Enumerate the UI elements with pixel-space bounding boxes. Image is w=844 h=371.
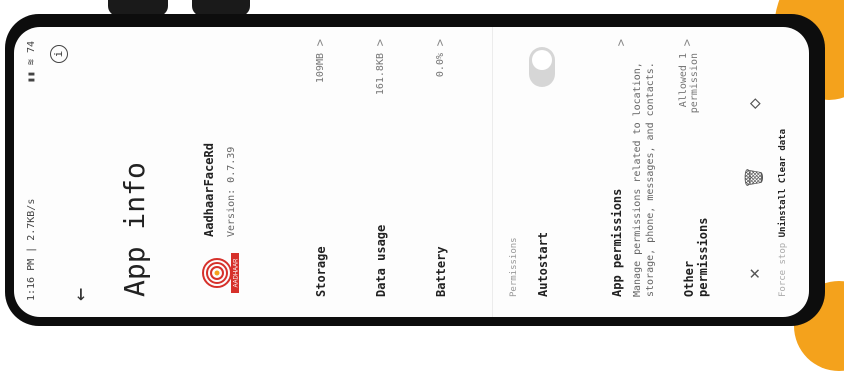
storage-value: 109MB <box>315 53 326 84</box>
info-icon[interactable]: i <box>50 45 68 63</box>
chevron-right-icon: > <box>614 39 628 47</box>
section-divider <box>492 27 493 317</box>
clear-data-icon[interactable]: ◇ <box>744 98 765 109</box>
autostart-toggle[interactable] <box>529 47 555 87</box>
page-title: App info <box>118 162 151 297</box>
uninstall-label[interactable]: Uninstall <box>778 189 788 238</box>
chevron-right-icon: > <box>313 39 327 47</box>
chevron-right-icon: > <box>373 39 387 47</box>
phone-screen: 1:16 PM | 2.7KB/s ▮▮ ≋ 74 ← i App info A… <box>14 27 809 317</box>
app-info-screen: 1:16 PM | 2.7KB/s ▮▮ ≋ 74 ← i App info A… <box>14 27 809 317</box>
bottom-actions-labels: Force stop Uninstall Clear data <box>778 129 788 297</box>
force-stop-icon[interactable]: ✕ <box>744 268 765 279</box>
status-icons: ▮▮ ≋ 74 <box>26 41 37 84</box>
storage-label[interactable]: Storage <box>314 246 328 297</box>
chevron-right-icon: > <box>680 39 694 47</box>
app-permissions-label[interactable]: App permissions <box>610 189 624 297</box>
force-stop-label[interactable]: Force stop <box>778 243 788 297</box>
status-time: 1:16 PM | 2.7KB/s <box>26 198 37 301</box>
other-permissions-value: Allowed 1 permission <box>678 53 700 114</box>
uninstall-icon[interactable]: 🗑 <box>744 166 765 189</box>
app-version: Version: 0.7.39 <box>226 146 237 237</box>
app-permissions-description: Manage permissions related to location, … <box>632 62 656 297</box>
permissions-section-label: Permissions <box>509 237 519 297</box>
app-name: AadhaarFaceRd <box>202 143 216 237</box>
data-usage-label[interactable]: Data usage <box>374 225 388 297</box>
status-bar: 1:16 PM | 2.7KB/s ▮▮ ≋ 74 <box>26 41 37 301</box>
autostart-label: Autostart <box>536 231 550 297</box>
battery-value: 0.0% <box>435 53 446 78</box>
other-permissions-label[interactable]: Other permissions <box>682 177 710 297</box>
back-arrow-icon[interactable]: ← <box>68 288 93 301</box>
battery-label[interactable]: Battery <box>434 246 448 297</box>
clear-data-label[interactable]: Clear data <box>778 129 788 183</box>
chevron-right-icon: > <box>433 39 447 47</box>
data-usage-value: 161.8KB <box>375 53 386 96</box>
logo-text: AADHAAR <box>234 258 240 288</box>
aadhaar-logo-icon: AADHAAR <box>202 253 240 293</box>
phone-frame: 1:16 PM | 2.7KB/s ▮▮ ≋ 74 ← i App info A… <box>5 14 825 326</box>
